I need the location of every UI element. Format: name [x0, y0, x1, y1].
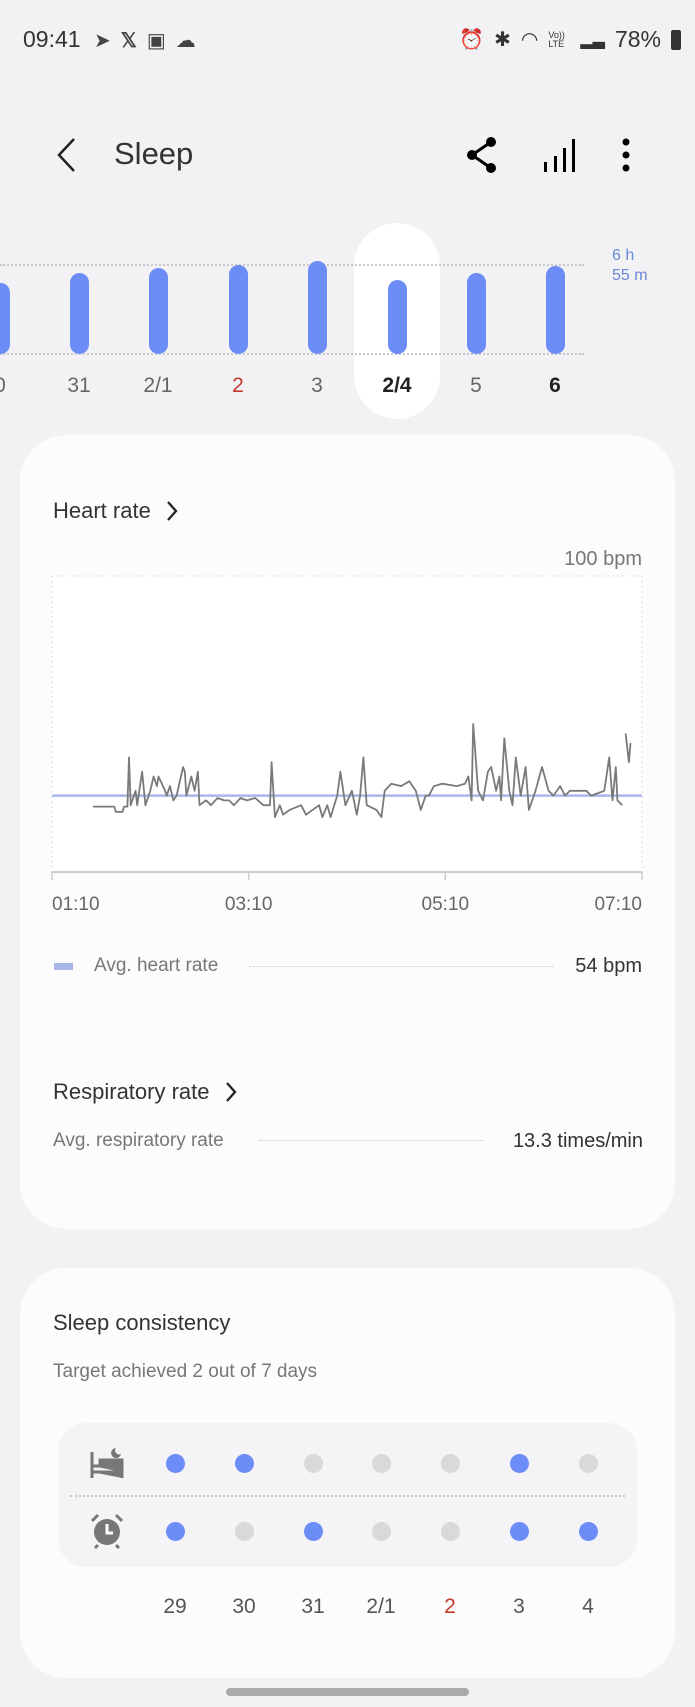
row-divider	[70, 1495, 625, 1497]
x-tick-label: 07:10	[594, 894, 642, 910]
dotted-leader	[259, 1140, 483, 1141]
reference-hours: 6 h	[612, 247, 635, 264]
sleep-bar[interactable]	[228, 265, 248, 354]
date-label: 4	[582, 1595, 594, 1618]
day-label[interactable]: 3	[287, 374, 347, 398]
date-label: 30	[232, 1595, 256, 1618]
x-tick-label: 05:10	[422, 894, 470, 910]
home-indicator[interactable]	[226, 1688, 469, 1696]
respiratory-rate-link[interactable]: Respiratory rate	[53, 1079, 238, 1105]
reference-line-top	[0, 264, 584, 266]
gallery-icon: ▣	[146, 30, 166, 52]
bedtime-dot	[578, 1453, 598, 1473]
share-icon[interactable]	[466, 136, 498, 174]
date-label: 2/1	[366, 1595, 396, 1618]
plot-area	[51, 575, 643, 873]
dotted-leader	[249, 966, 553, 967]
page-title: Sleep	[114, 136, 194, 171]
avg-heart-rate-label: Avg. heart rate	[94, 955, 219, 976]
avg-heart-rate-swatch	[54, 963, 73, 970]
status-time: 09:41	[23, 26, 81, 52]
x-icon: 𝕏	[120, 30, 137, 52]
alarm-clock-icon	[90, 1513, 124, 1549]
respiratory-rate-title: Respiratory rate	[53, 1079, 210, 1104]
day-label[interactable]: 0	[0, 374, 30, 398]
date-label: 3	[513, 1595, 525, 1618]
bedtime-dot	[371, 1453, 391, 1473]
bedtime-dot	[440, 1453, 460, 1473]
sleep-bar[interactable]	[0, 283, 10, 354]
wakeup-dot	[234, 1521, 254, 1541]
sleep-bar[interactable]	[545, 265, 565, 354]
wifi-icon: ◠	[520, 29, 539, 51]
wakeup-dot	[165, 1521, 185, 1541]
avg-respiratory-label: Avg. respiratory rate	[53, 1130, 224, 1151]
signal-icon: ▂▃	[580, 31, 605, 49]
chevron-right-icon	[166, 501, 178, 521]
volte-icon: Vo)) LTE	[548, 29, 565, 49]
notification-icons: ➤ 𝕏 ▣ ☁	[94, 28, 196, 53]
telegram-icon: ➤	[94, 30, 111, 52]
x-tick-label: 03:10	[225, 894, 273, 910]
avg-heart-rate-value: 54 bpm	[575, 955, 642, 977]
day-label[interactable]: 6	[525, 374, 585, 398]
back-icon[interactable]	[54, 136, 80, 174]
bedtime-dot	[509, 1453, 529, 1473]
reference-line-bottom	[0, 353, 584, 355]
wakeup-dot	[303, 1521, 323, 1541]
day-label[interactable]: 2	[208, 374, 268, 398]
battery-level: 78%	[614, 26, 661, 52]
x-tick-label: 01:10	[52, 894, 100, 910]
chevron-right-icon	[225, 1082, 237, 1102]
day-label[interactable]: 2/1	[128, 374, 188, 398]
sleep-bar[interactable]	[307, 261, 327, 354]
date-label: 31	[301, 1595, 325, 1618]
bedtime-dot	[234, 1453, 254, 1473]
bedtime-dot	[303, 1453, 323, 1473]
sleep-consistency-title: Sleep consistency	[53, 1310, 231, 1335]
reference-minutes: 55 m	[612, 267, 648, 284]
alarm-icon: ⏰	[459, 29, 485, 51]
system-icons: ⏰ ✱ ◠ Vo)) LTE ▂▃ 78%	[459, 26, 681, 53]
bedtime-dot	[165, 1453, 185, 1473]
wakeup-dot	[578, 1521, 598, 1541]
avg-respiratory-value: 13.3 times/min	[512, 1130, 643, 1152]
wakeup-dot	[371, 1521, 391, 1541]
sleep-bar[interactable]	[466, 272, 486, 354]
heart-rate-link[interactable]: Heart rate	[53, 498, 179, 524]
day-label[interactable]: 5	[446, 374, 506, 398]
sleep-bar[interactable]	[148, 267, 168, 354]
heart-rate-chart: 01:10 03:10 05:10 07:10	[51, 575, 643, 910]
heart-rate-title: Heart rate	[53, 498, 151, 523]
cloud-icon: ☁	[175, 30, 196, 52]
battery-icon	[671, 29, 681, 50]
bedtime-icon	[90, 1448, 124, 1478]
day-label[interactable]: 31	[49, 374, 109, 398]
sleep-bar[interactable]	[69, 272, 89, 354]
sleep-bar[interactable]	[387, 280, 407, 354]
wakeup-dot	[440, 1521, 460, 1541]
stats-icon[interactable]	[542, 136, 576, 174]
date-label: 2	[444, 1595, 456, 1618]
sleep-consistency-subtitle: Target achieved 2 out of 7 days	[53, 1361, 318, 1382]
wakeup-dot	[509, 1521, 529, 1541]
reference-label: 6 h 55 m	[612, 246, 648, 286]
day-label[interactable]: 2/4	[367, 374, 427, 398]
bluetooth-icon: ✱	[494, 29, 511, 51]
date-label: 29	[163, 1595, 187, 1618]
more-icon[interactable]	[619, 136, 633, 174]
